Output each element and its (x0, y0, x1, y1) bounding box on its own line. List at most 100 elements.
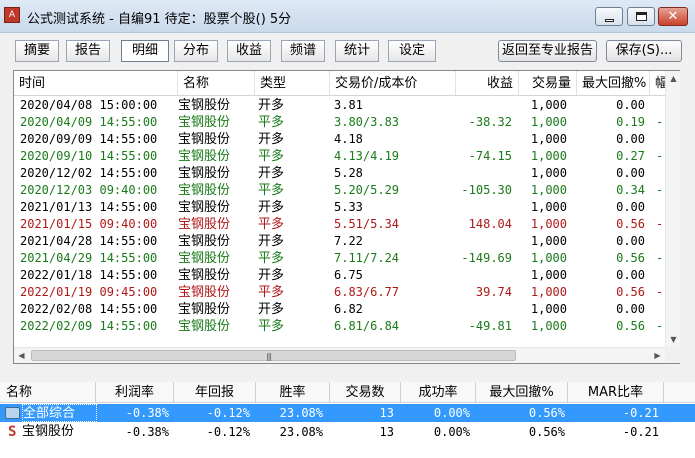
row-name: 宝钢股份 (178, 302, 231, 317)
tab-summary[interactable]: 摘要 (15, 40, 59, 62)
col-price[interactable]: 交易价/成本价 (330, 71, 456, 95)
row-extra: - (656, 149, 664, 163)
table-row[interactable]: 2021/01/13 14:55:00 宝钢股份 开多 5.33 1,000 0.00 (14, 199, 665, 216)
col-time[interactable]: 时间 (14, 71, 178, 95)
row-price: 6.81/6.84 (334, 319, 400, 333)
col-drawdown[interactable]: 最大回撤% (577, 71, 650, 95)
row-price: 6.83/6.77 (334, 285, 400, 299)
title-bar: A 公式测试系统 - 自编91 待定：股票个股() 5分 ✕ (0, 0, 695, 33)
table-row[interactable]: 2022/02/08 14:55:00 宝钢股份 开多 6.82 1,000 0.00 (14, 301, 665, 318)
col-type[interactable]: 类型 (255, 71, 330, 95)
row-profit (454, 131, 512, 148)
scroll-up-icon[interactable]: ▲ (666, 71, 681, 86)
col-qty[interactable]: 交易量 (519, 71, 577, 95)
table-row[interactable]: 2020/04/09 14:55:00 宝钢股份 平多 3.80/3.83 -38.32… (14, 114, 665, 131)
summary-col-success[interactable]: 成功率 (401, 382, 476, 403)
table-row[interactable]: 2020/09/10 14:55:00 宝钢股份 平多 4.13/4.19 -74.15… (14, 148, 665, 165)
table-row[interactable]: 2021/04/29 14:55:00 宝钢股份 平多 7.11/7.24 -149.6… (14, 250, 665, 267)
row-type: 开多 (258, 166, 285, 181)
row-drawdown: 0.00 (616, 132, 645, 146)
row-type: 开多 (258, 268, 285, 283)
col-profit[interactable]: 收益 (456, 71, 519, 95)
row-price: 6.75 (334, 268, 363, 282)
summary-col-mar[interactable]: MAR比率 (568, 382, 664, 403)
col-name[interactable]: 名称 (178, 71, 255, 95)
row-type: 平多 (258, 217, 285, 232)
col-extra[interactable]: 幅 (650, 71, 665, 95)
tab-distribution[interactable]: 分布 (174, 40, 218, 62)
maximize-button[interactable] (627, 7, 655, 26)
save-button[interactable]: 保存(S)... (606, 40, 682, 62)
table-row[interactable]: 2020/12/02 14:55:00 宝钢股份 开多 5.28 1,000 0.00 (14, 165, 665, 182)
row-type: 平多 (258, 149, 285, 164)
table-row[interactable]: 2022/01/18 14:55:00 宝钢股份 开多 6.75 1,000 0.00 (14, 267, 665, 284)
table-row[interactable]: 2022/01/19 09:45:00 宝钢股份 平多 6.83/6.77 39.74 1… (14, 284, 665, 301)
row-drawdown: 0.00 (616, 268, 645, 282)
close-button[interactable]: ✕ (658, 7, 688, 26)
row-time: 2022/01/19 09:45:00 (20, 285, 158, 299)
row-drawdown: 0.56 (616, 217, 645, 231)
table-row[interactable]: 2020/04/08 15:00:00 宝钢股份 开多 3.81 1,000 0.00 (14, 97, 665, 114)
row-qty: 1,000 (530, 98, 567, 112)
window-title: 公式测试系统 - 自编91 待定：股票个股() 5分 (27, 12, 292, 27)
row-time: 2021/01/15 09:40:00 (20, 217, 158, 231)
tab-settings[interactable]: 设定 (388, 40, 436, 62)
tab-report[interactable]: 报告 (66, 40, 110, 62)
summary-drawdown: 0.56% (528, 425, 565, 439)
vertical-scrollbar[interactable]: ▲ ▼ (665, 71, 680, 347)
back-to-report-button[interactable]: 返回至专业报告 (498, 40, 597, 62)
table-row[interactable]: 2021/01/15 09:40:00 宝钢股份 平多 5.51/5.34 148.04… (14, 216, 665, 233)
row-profit: -105.30 (461, 183, 512, 197)
row-extra (656, 165, 665, 182)
summary-mar: -0.21 (622, 406, 659, 420)
summary-win-rate: 23.08% (279, 425, 323, 439)
row-qty: 1,000 (530, 268, 567, 282)
row-type: 平多 (258, 251, 285, 266)
summary-col-name[interactable]: 名称 (0, 382, 96, 403)
summary-col-trades[interactable]: 交易数 (330, 382, 401, 403)
close-icon: ✕ (667, 9, 679, 24)
row-extra: - (656, 319, 664, 333)
summary-col-drawdown[interactable]: 最大回撤% (476, 382, 568, 403)
summary-trades: 13 (379, 406, 394, 420)
row-drawdown: 0.00 (616, 302, 645, 316)
row-qty: 1,000 (530, 166, 567, 180)
table-row[interactable]: 2020/12/03 09:40:00 宝钢股份 平多 5.20/5.29 -105.3… (14, 182, 665, 199)
row-profit (454, 199, 512, 216)
row-qty: 1,000 (530, 115, 567, 129)
row-name: 宝钢股份 (178, 319, 231, 334)
tab-returns[interactable]: 收益 (227, 40, 271, 62)
scroll-right-icon[interactable]: ▶ (650, 348, 665, 363)
detail-table-body: 2020/04/08 15:00:00 宝钢股份 开多 3.81 1,000 0.00 20… (14, 97, 665, 347)
summary-col-annual[interactable]: 年回报 (174, 382, 256, 403)
summary-row-all[interactable]: 全部综合 -0.38% -0.12% 23.08% 13 0.00% 0.56%… (0, 404, 695, 422)
horizontal-scrollbar[interactable]: ◀ ||| ▶ (14, 347, 665, 363)
detail-table-header: 时间 名称 类型 交易价/成本价 收益 交易量 最大回撤% 幅 (14, 71, 665, 96)
table-row[interactable]: 2020/09/09 14:55:00 宝钢股份 开多 4.18 1,000 0.00 (14, 131, 665, 148)
folder-icon (5, 407, 20, 419)
row-drawdown: 0.00 (616, 98, 645, 112)
tab-statistics[interactable]: 统计 (335, 40, 379, 62)
row-drawdown: 0.34 (616, 183, 645, 197)
summary-profit-rate: -0.38% (125, 425, 169, 439)
row-time: 2022/01/18 14:55:00 (20, 268, 158, 282)
scroll-left-icon[interactable]: ◀ (14, 348, 29, 363)
minimize-button[interactable] (595, 7, 623, 26)
summary-col-profit-rate[interactable]: 利润率 (96, 382, 174, 403)
table-row[interactable]: 2021/04/28 14:55:00 宝钢股份 开多 7.22 1,000 0.00 (14, 233, 665, 250)
summary-row-stock[interactable]: S 宝钢股份 -0.38% -0.12% 23.08% 13 0.00% 0.5… (0, 423, 695, 441)
row-type: 平多 (258, 183, 285, 198)
tab-spectrum[interactable]: 频谱 (281, 40, 325, 62)
table-row[interactable]: 2022/02/09 14:55:00 宝钢股份 平多 6.81/6.84 -49.81… (14, 318, 665, 335)
row-time: 2020/09/09 14:55:00 (20, 132, 158, 146)
summary-col-win-rate[interactable]: 胜率 (256, 382, 330, 403)
row-drawdown: 0.19 (616, 115, 645, 129)
scroll-down-icon[interactable]: ▼ (666, 332, 681, 347)
summary-success: 0.00% (433, 406, 470, 420)
detail-table: 时间 名称 类型 交易价/成本价 收益 交易量 最大回撤% 幅 2020/04/… (13, 70, 680, 364)
horizontal-scroll-thumb[interactable]: ||| (31, 350, 516, 361)
row-price: 3.80/3.83 (334, 115, 400, 129)
row-extra (656, 97, 665, 114)
row-name: 宝钢股份 (178, 98, 231, 113)
tab-details[interactable]: 明细 (121, 40, 169, 62)
